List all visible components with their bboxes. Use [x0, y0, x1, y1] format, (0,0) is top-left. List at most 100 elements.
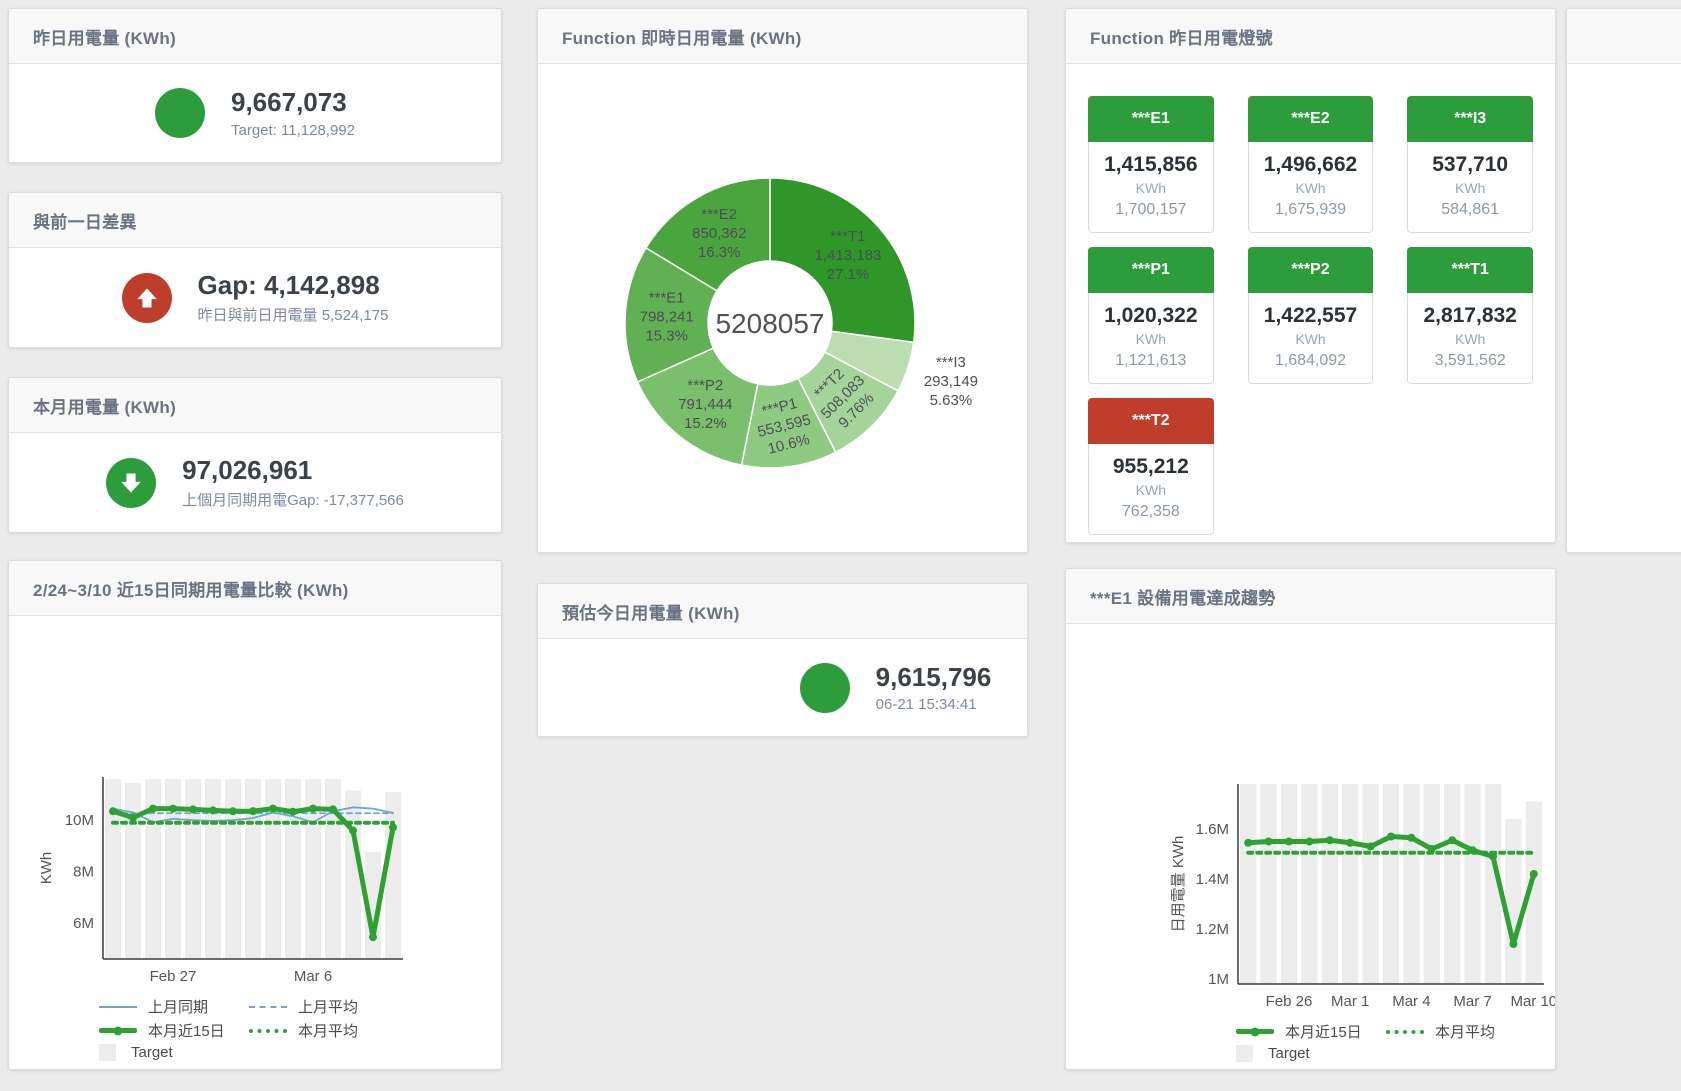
legend-item[interactable]: 本月平均: [1386, 1021, 1536, 1042]
legend-item[interactable]: 上月平均: [249, 996, 399, 1017]
light-tile[interactable]: ***T12,817,832KWh3,591,562: [1407, 247, 1533, 384]
panel-title: 昨日用電量 (KWh): [33, 24, 176, 49]
series-point[interactable]: [269, 805, 277, 813]
light-tile[interactable]: ***E21,496,662KWh1,675,939: [1248, 96, 1374, 233]
light-tile[interactable]: ***E11,415,856KWh1,700,157: [1088, 96, 1214, 233]
panel-header: 昨日用電量 (KWh): [9, 9, 501, 64]
compare-chart[interactable]: 10M8M6MFeb 27Mar 6KWh: [9, 616, 501, 991]
light-tile[interactable]: ***P11,020,322KWh1,121,613: [1088, 247, 1214, 384]
target-bar[interactable]: [225, 779, 241, 959]
series-point[interactable]: [189, 805, 197, 813]
target-bar[interactable]: [345, 791, 361, 959]
stat-value: 9,615,796: [876, 662, 992, 693]
legend-item[interactable]: 上月同期: [99, 996, 249, 1017]
target-bar[interactable]: [245, 779, 261, 959]
panel-yesterday-usage: 昨日用電量 (KWh) 9,667,073 Target: 11,128,992: [8, 8, 502, 163]
series-point[interactable]: [1244, 839, 1252, 847]
series-point[interactable]: [1305, 838, 1313, 846]
y-tick-label: 8M: [73, 864, 94, 881]
series-point[interactable]: [289, 808, 297, 816]
series-point[interactable]: [1407, 834, 1415, 842]
tile-unit: KWh: [1412, 178, 1528, 198]
series-point[interactable]: [1346, 839, 1354, 847]
target-bar[interactable]: [125, 783, 141, 959]
line-green-swatch-icon: [1236, 1029, 1274, 1034]
target-bar[interactable]: [1301, 784, 1317, 984]
panel-title: ***E1 設備用電達成趨勢: [1090, 584, 1276, 609]
series-point[interactable]: [349, 826, 357, 834]
target-bar[interactable]: [1240, 784, 1256, 984]
legend-item[interactable]: 本月近15日: [99, 1020, 249, 1041]
tile-value: 1,020,322: [1093, 302, 1209, 329]
panel-title: 預估今日用電量 (KWh): [562, 599, 740, 624]
target-bar[interactable]: [1444, 784, 1460, 984]
tile-value: 2,817,832: [1412, 302, 1528, 329]
series-point[interactable]: [229, 807, 237, 815]
light-tile[interactable]: ***I3537,710KWh584,861: [1407, 96, 1533, 233]
target-bar[interactable]: [1403, 784, 1419, 984]
series-point[interactable]: [1509, 940, 1517, 948]
series-point[interactable]: [1367, 843, 1375, 851]
tile-value: 1,415,856: [1093, 151, 1209, 178]
target-bar[interactable]: [1342, 784, 1358, 984]
lights-grid: ***E11,415,856KWh1,700,157 ***E21,496,662…: [1066, 64, 1555, 535]
series-point[interactable]: [1265, 838, 1273, 846]
series-point[interactable]: [169, 805, 177, 813]
y-tick-label: 1M: [1208, 971, 1229, 988]
series-point[interactable]: [1285, 838, 1293, 846]
panel-title: Function 昨日用電燈號: [1090, 24, 1273, 49]
target-bar[interactable]: [1464, 784, 1480, 984]
series-point[interactable]: [1448, 836, 1456, 844]
svg-text:293,149: 293,149: [924, 373, 978, 390]
tile-status-header: ***T2: [1088, 398, 1214, 444]
stat-subtitle: 上個月同期用電Gap: -17,377,566: [182, 489, 404, 510]
legend-item[interactable]: 本月平均: [249, 1020, 399, 1041]
trend-chart[interactable]: 1.6M1.4M1.2M1MFeb 26Mar 1Mar 4Mar 7Mar 1…: [1066, 624, 1555, 1016]
svg-text:798,241: 798,241: [640, 308, 694, 325]
panel-header: ***E1 設備用電達成趨勢: [1066, 569, 1555, 624]
tile-target-value: 584,861: [1412, 199, 1528, 221]
tile-status-header: ***P1: [1088, 247, 1214, 293]
series-point[interactable]: [129, 814, 137, 822]
series-point[interactable]: [1530, 870, 1538, 878]
panel-title: 與前一日差異: [33, 208, 137, 233]
target-bar[interactable]: [1383, 784, 1399, 984]
target-bar[interactable]: [1281, 784, 1297, 984]
series-point[interactable]: [1387, 833, 1395, 841]
light-tile[interactable]: ***P21,422,557KWh1,684,092: [1248, 247, 1374, 384]
legend-item[interactable]: Target: [99, 1044, 249, 1061]
target-bar[interactable]: [285, 779, 301, 959]
svg-text:850,362: 850,362: [692, 225, 746, 242]
target-bar[interactable]: [1362, 784, 1378, 984]
dash-blue-swatch-icon: [249, 1006, 287, 1008]
series-point[interactable]: [369, 933, 377, 941]
stat-body: 9,667,073 Target: 11,128,992: [9, 64, 501, 162]
target-bar[interactable]: [385, 792, 401, 959]
stat-text: 9,667,073 Target: 11,128,992: [231, 87, 355, 138]
tile-target-value: 1,121,613: [1093, 350, 1209, 372]
donut-chart[interactable]: ***T11,413,18327.1%***I3293,1495.63%***T…: [538, 64, 1027, 553]
series-point[interactable]: [209, 806, 217, 814]
stat-subtitle: 昨日與前日用電量 5,524,175: [198, 304, 389, 325]
series-point[interactable]: [249, 807, 257, 815]
target-bar[interactable]: [1424, 784, 1440, 984]
legend-item[interactable]: Target: [1236, 1045, 1386, 1062]
x-tick-label: Mar 6: [294, 968, 332, 985]
legend-item[interactable]: 本月近15日: [1236, 1021, 1386, 1042]
target-bar[interactable]: [205, 779, 221, 959]
series-point[interactable]: [329, 805, 337, 813]
series-point[interactable]: [149, 805, 157, 813]
target-bar[interactable]: [105, 779, 121, 959]
target-bar[interactable]: [1322, 784, 1338, 984]
tile-body: 955,212KWh762,358: [1088, 444, 1214, 535]
tile-target-value: 762,358: [1093, 501, 1209, 523]
light-tile[interactable]: ***T2955,212KWh762,358: [1088, 398, 1214, 535]
target-bar[interactable]: [1505, 819, 1521, 984]
series-point[interactable]: [309, 805, 317, 813]
x-tick-label: Feb 27: [150, 968, 197, 985]
legend-label: 本月近15日: [1285, 1021, 1362, 1042]
target-bar[interactable]: [1260, 784, 1276, 984]
series-point[interactable]: [109, 807, 117, 815]
tile-status-header: ***T1: [1407, 247, 1533, 293]
series-point[interactable]: [1326, 836, 1334, 844]
